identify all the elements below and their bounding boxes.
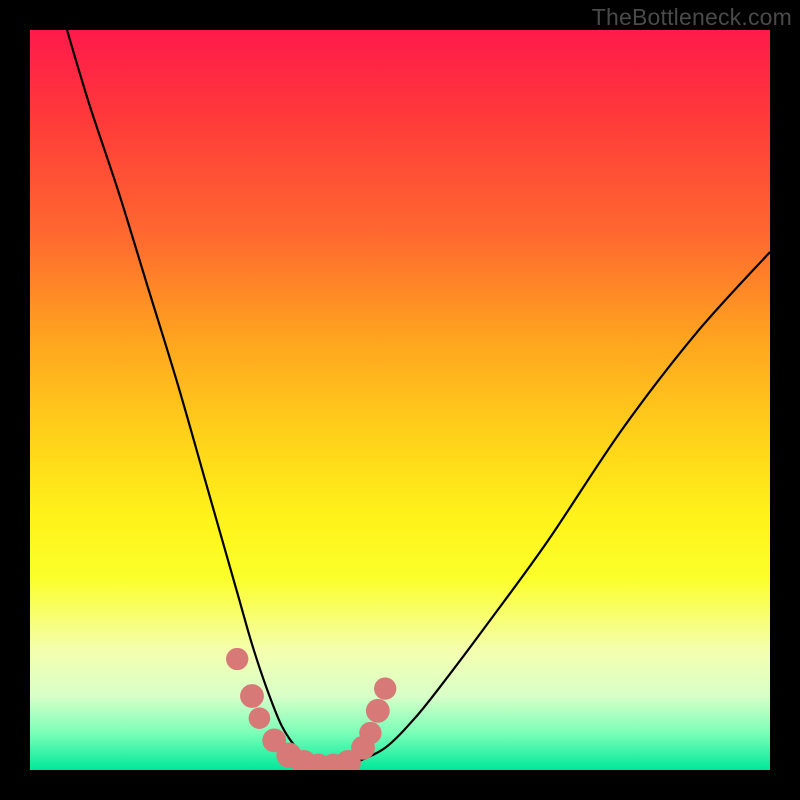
chart-frame: TheBottleneck.com	[0, 0, 800, 800]
plot-area	[30, 30, 770, 770]
watermark-text: TheBottleneck.com	[592, 4, 792, 31]
curve-marker	[226, 648, 248, 670]
curve-marker	[374, 677, 396, 699]
curve-marker	[366, 699, 390, 723]
curve-marker	[249, 707, 271, 729]
chart-svg	[30, 30, 770, 770]
curve-marker	[359, 722, 381, 744]
bottleneck-curve	[67, 30, 770, 770]
curve-markers	[226, 648, 396, 770]
curve-marker	[240, 684, 264, 708]
